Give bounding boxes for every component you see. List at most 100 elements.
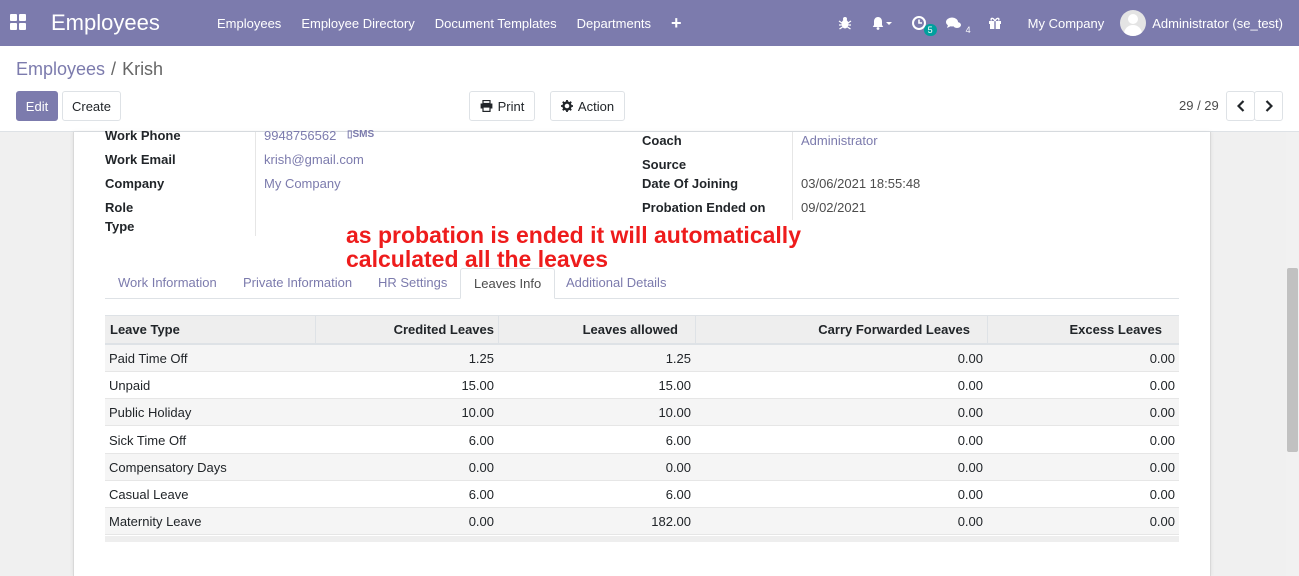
main-menu: Employees Employee Directory Document Te… xyxy=(207,0,692,46)
menu-item-employee-directory[interactable]: Employee Directory xyxy=(291,16,424,31)
leave-value-cell: 6.00 xyxy=(665,487,691,502)
leave-value-cell: 0.00 xyxy=(1149,378,1175,394)
tab-leaves-info[interactable]: Leaves Info xyxy=(460,268,556,299)
menu-add-icon[interactable]: + xyxy=(661,13,692,34)
table-row[interactable]: Sick Time Off 6.00 6.00 0.00 0.00 xyxy=(105,427,1179,454)
chevron-right-icon xyxy=(1265,100,1273,112)
leave-type-cell: Unpaid xyxy=(109,378,151,394)
column-excess-leaves[interactable]: Excess Leaves xyxy=(988,316,1162,344)
annotation-line-1: as probation is ended it will automatica… xyxy=(346,222,801,248)
apps-menu-icon[interactable] xyxy=(10,14,26,30)
user-name: Administrator (se_test) xyxy=(1152,15,1283,31)
leaves-table-header: Leave Type Credited Leaves Leaves allowe… xyxy=(105,315,1179,345)
probation-ended-label: Probation Ended on xyxy=(642,200,766,215)
leave-type-cell: Maternity Leave xyxy=(109,514,202,530)
annotation-note: as probation is ended it will automatica… xyxy=(346,223,801,271)
leaves-table-footer xyxy=(105,536,1179,542)
company-label: Company xyxy=(105,176,165,191)
table-row[interactable]: Paid Time Off 1.25 1.25 0.00 0.00 xyxy=(105,345,1179,372)
coach-value[interactable]: Administrator xyxy=(801,133,878,148)
column-leave-type[interactable]: Leave Type xyxy=(110,316,180,344)
company-switcher[interactable]: My Company xyxy=(1012,16,1121,31)
leave-value-cell: 6.00 xyxy=(468,432,494,448)
pager-value[interactable]: 29 / 29 xyxy=(1179,98,1219,113)
pager-previous-button[interactable] xyxy=(1226,91,1255,121)
menu-item-departments[interactable]: Departments xyxy=(567,16,661,31)
debug-icon[interactable] xyxy=(828,16,862,30)
pager-next-button[interactable] xyxy=(1254,91,1283,121)
print-label: Print xyxy=(497,98,525,114)
leave-type-cell: Compensatory Days xyxy=(109,459,227,475)
leave-value-cell: 182.00 xyxy=(651,514,691,530)
notification-bell-icon[interactable] xyxy=(862,16,902,30)
action-button[interactable]: Action xyxy=(550,91,625,121)
action-label: Action xyxy=(577,98,615,114)
column-leaves-allowed[interactable]: Leaves allowed xyxy=(499,316,678,344)
role-label: Role xyxy=(105,200,134,215)
scrollbar-thumb[interactable] xyxy=(1287,268,1298,452)
leave-value-cell: 1.25 xyxy=(665,351,691,366)
tab-hr-settings[interactable]: HR Settings xyxy=(365,268,460,299)
leave-value-cell: 0.00 xyxy=(1149,405,1175,421)
tab-work-information[interactable]: Work Information xyxy=(105,268,230,299)
breadcrumb: Employees / Krish xyxy=(16,59,163,80)
sms-button[interactable]: ▯SMS xyxy=(347,129,374,140)
leave-value-cell: 6.00 xyxy=(468,487,494,502)
leave-value-cell: 0.00 xyxy=(957,459,983,475)
work-phone-label: Work Phone xyxy=(105,128,181,143)
create-button[interactable]: Create xyxy=(62,91,121,121)
breadcrumb-employees[interactable]: Employees xyxy=(16,59,105,80)
probation-ended-value[interactable]: 09/02/2021 xyxy=(801,200,866,215)
leave-value-cell: 1.25 xyxy=(468,351,494,366)
leave-value-cell: 0.00 xyxy=(665,459,691,475)
avatar xyxy=(1120,10,1147,36)
activity-clock-icon[interactable]: 5 xyxy=(902,16,937,36)
table-row[interactable]: Public Holiday 10.00 10.00 0.00 0.00 xyxy=(105,399,1179,427)
tab-additional-details[interactable]: Additional Details xyxy=(553,268,679,299)
app-title[interactable]: Employees xyxy=(51,10,160,36)
leave-value-cell: 0.00 xyxy=(957,432,983,448)
sms-label: SMS xyxy=(352,129,375,140)
leave-value-cell: 0.00 xyxy=(468,514,494,530)
menu-item-document-templates[interactable]: Document Templates xyxy=(425,16,567,31)
menu-item-employees[interactable]: Employees xyxy=(207,16,291,31)
company-value[interactable]: My Company xyxy=(264,176,341,191)
leave-value-cell: 0.00 xyxy=(1149,432,1175,448)
table-row[interactable]: Compensatory Days 0.00 0.00 0.00 0.00 xyxy=(105,453,1179,481)
leave-value-cell: 0.00 xyxy=(957,378,983,394)
leave-value-cell: 15.00 xyxy=(461,378,494,394)
chevron-left-icon xyxy=(1236,100,1244,112)
leave-value-cell: 0.00 xyxy=(1149,351,1175,366)
tab-private-information[interactable]: Private Information xyxy=(230,268,365,299)
messages-icon[interactable]: 4 xyxy=(936,16,978,35)
messages-count-badge: 4 xyxy=(965,25,971,35)
column-credited-leaves[interactable]: Credited Leaves xyxy=(316,316,494,344)
page-scrollbar[interactable] xyxy=(1286,132,1299,576)
coach-label: Coach xyxy=(642,133,682,148)
table-row[interactable]: Maternity Leave 0.00 182.00 0.00 0.00 xyxy=(105,508,1179,536)
gear-icon xyxy=(560,100,573,112)
leave-value-cell: 0.00 xyxy=(1149,514,1175,530)
work-email-value[interactable]: krish@gmail.com xyxy=(264,152,364,167)
table-row[interactable]: Unpaid 15.00 15.00 0.00 0.00 xyxy=(105,372,1179,400)
print-button[interactable]: Print xyxy=(469,91,535,121)
leave-value-cell: 10.00 xyxy=(461,405,494,421)
control-panel: Employees / Krish Edit Create Print Acti… xyxy=(0,46,1299,132)
edit-button[interactable]: Edit xyxy=(16,91,58,121)
column-carry-forwarded-leaves[interactable]: Carry Forwarded Leaves xyxy=(696,316,970,344)
leave-type-cell: Sick Time Off xyxy=(109,432,187,448)
notebook-tabs: Work Information Private Information HR … xyxy=(105,268,1179,299)
work-phone-value[interactable]: 9948756562 xyxy=(264,128,336,143)
table-row[interactable]: Casual Leave 6.00 6.00 0.00 0.00 xyxy=(105,481,1179,508)
date-of-joining-label: Date Of Joining xyxy=(642,176,739,191)
leave-value-cell: 10.00 xyxy=(658,405,691,421)
work-email-label: Work Email xyxy=(105,152,176,167)
leave-value-cell: 0.00 xyxy=(957,487,983,502)
breadcrumb-current: Krish xyxy=(122,59,164,79)
gift-icon[interactable] xyxy=(978,16,1012,30)
date-of-joining-value[interactable]: 03/06/2021 18:55:48 xyxy=(801,176,920,191)
user-menu[interactable]: Administrator (se_test) xyxy=(1120,10,1299,36)
leave-value-cell: 6.00 xyxy=(665,432,691,448)
print-icon xyxy=(480,100,493,112)
leave-type-cell: Casual Leave xyxy=(109,487,189,502)
